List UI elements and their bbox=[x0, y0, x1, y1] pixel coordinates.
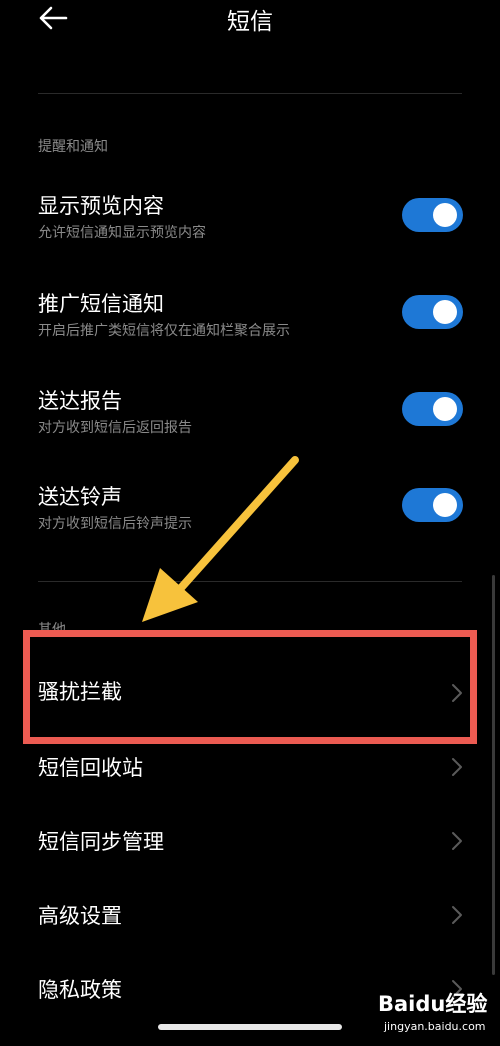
home-indicator[interactable] bbox=[158, 1024, 342, 1030]
section-label-notifications: 提醒和通知 bbox=[38, 139, 108, 155]
preview-toggle[interactable] bbox=[402, 198, 463, 232]
setting-row-delivery-report[interactable]: 送达报告 对方收到短信后返回报告 bbox=[0, 383, 500, 443]
page-title: 短信 bbox=[227, 9, 273, 35]
delivery-ringtone-toggle[interactable] bbox=[402, 488, 463, 522]
divider bbox=[38, 93, 462, 94]
setting-subtitle: 对方收到短信后返回报告 bbox=[38, 420, 192, 436]
toggle-knob bbox=[433, 493, 457, 517]
highlight-box bbox=[23, 630, 477, 744]
toggle-knob bbox=[433, 203, 457, 227]
setting-row-preview[interactable]: 显示预览内容 允许短信通知显示预览内容 bbox=[0, 188, 500, 248]
menu-row-sync-management[interactable]: 短信同步管理 bbox=[0, 818, 500, 868]
setting-subtitle: 允许短信通知显示预览内容 bbox=[38, 225, 206, 241]
setting-title: 显示预览内容 bbox=[38, 194, 164, 218]
chevron-right-icon bbox=[452, 906, 462, 924]
watermark: Baidu经验 jingyan.baidu.com bbox=[378, 988, 494, 1044]
menu-row-recycle-bin[interactable]: 短信回收站 bbox=[0, 744, 500, 794]
watermark-logo: Baidu经验 bbox=[378, 992, 488, 1016]
setting-subtitle: 开启后推广类短信将仅在通知栏聚合展示 bbox=[38, 323, 290, 339]
delivery-report-toggle[interactable] bbox=[402, 392, 463, 426]
scrollbar[interactable] bbox=[492, 575, 495, 975]
promo-toggle[interactable] bbox=[402, 295, 463, 329]
pointer-arrow-icon bbox=[142, 456, 299, 622]
toggle-knob bbox=[433, 300, 457, 324]
setting-title: 送达报告 bbox=[38, 389, 122, 413]
setting-title: 送达铃声 bbox=[38, 485, 122, 509]
menu-title: 高级设置 bbox=[38, 904, 122, 928]
setting-row-promo[interactable]: 推广短信通知 开启后推广类短信将仅在通知栏聚合展示 bbox=[0, 286, 500, 346]
chevron-right-icon bbox=[452, 832, 462, 850]
watermark-url: jingyan.baidu.com bbox=[384, 1020, 486, 1033]
top-bar: 短信 bbox=[0, 0, 500, 40]
menu-title: 隐私政策 bbox=[38, 978, 122, 1002]
menu-title: 短信同步管理 bbox=[38, 830, 164, 854]
toggle-knob bbox=[433, 397, 457, 421]
chevron-right-icon bbox=[452, 758, 462, 776]
menu-title: 短信回收站 bbox=[38, 756, 143, 780]
menu-row-advanced-settings[interactable]: 高级设置 bbox=[0, 892, 500, 942]
setting-title: 推广短信通知 bbox=[38, 292, 164, 316]
